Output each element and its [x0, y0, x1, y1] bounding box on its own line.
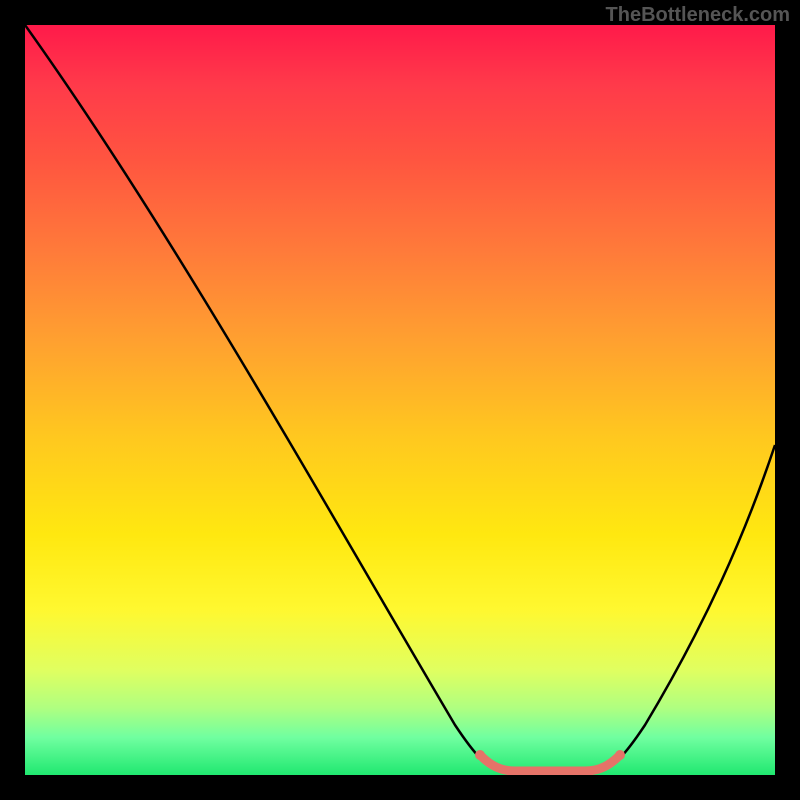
valley-right-dot [615, 750, 625, 760]
valley-left-dot [475, 750, 485, 760]
curve-svg [25, 25, 775, 775]
valley-marker [480, 755, 620, 771]
plot-area [25, 25, 775, 775]
watermark-text: TheBottleneck.com [606, 4, 790, 27]
bottleneck-curve [25, 25, 775, 771]
